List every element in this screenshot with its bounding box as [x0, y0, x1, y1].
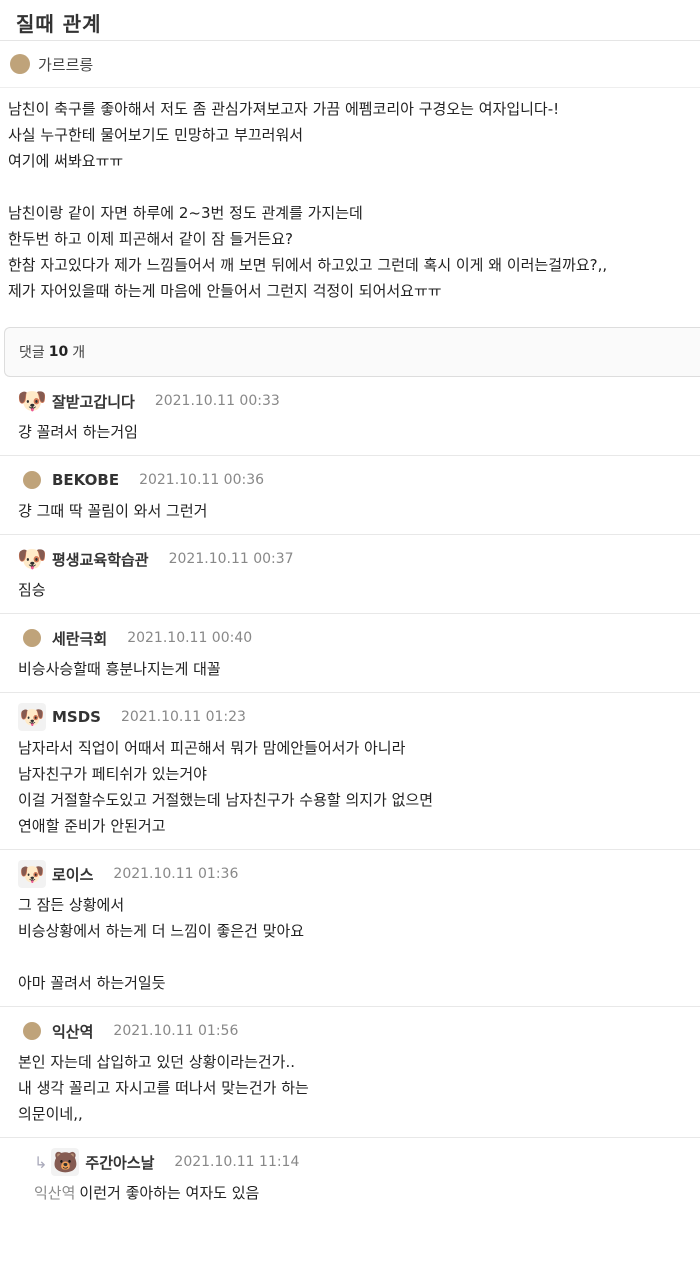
- comments-label: 댓글: [19, 345, 45, 361]
- comment-text: 연애할 준비가 안된거고: [18, 817, 166, 835]
- post-line: 제가 자어있을때 하는게 마음에 안들어서 그런지 걱정이 되어서요ㅠㅠ: [8, 282, 442, 300]
- comment-author[interactable]: 세란극회: [52, 628, 107, 649]
- comment-author[interactable]: 잘받고갑니다: [52, 391, 135, 412]
- avatar[interactable]: 🐶: [18, 860, 46, 888]
- avatar[interactable]: 🐶: [18, 703, 46, 731]
- comment-text: 아마 꼴려서 하는거일듯: [18, 974, 166, 992]
- comment-text: 짐승: [18, 581, 46, 599]
- avatar[interactable]: 🐻: [51, 1148, 80, 1176]
- avatar[interactable]: [18, 1017, 46, 1045]
- avatar[interactable]: [18, 466, 46, 494]
- comment-text: 남자라서 직업이 어때서 피곤해서 뭐가 맘에안들어서가 아니라: [18, 739, 406, 757]
- comment-author[interactable]: BEKOBE: [52, 471, 119, 489]
- post-line: 남친이랑 같이 자면 하루에 2~3번 정도 관계를 가지는데: [8, 204, 363, 222]
- comment-author[interactable]: 주간아스날: [85, 1152, 154, 1173]
- comment-item: 세란극회 2021.10.11 00:40 비승사승할때 흥분나지는게 대꼴: [0, 614, 700, 693]
- comment-date: 2021.10.11 01:56: [113, 1023, 239, 1039]
- comment-author[interactable]: MSDS: [52, 708, 101, 726]
- comment-date: 2021.10.11 00:33: [154, 393, 280, 409]
- comment-item: 🐶 로이스 2021.10.11 01:36 그 잠든 상황에서비승상황에서 하는게 …: [0, 850, 700, 1007]
- comment-author[interactable]: 평생교육학습관: [52, 549, 149, 570]
- post-line: [8, 174, 700, 200]
- post-line: 남친이 축구를 좋아해서 저도 좀 관심가져보고자 가끔 에펨코리아 구경오는 …: [8, 100, 560, 118]
- comment-text: 비승상황에서 하는게 더 느낌이 좋은건 맞아요: [18, 922, 305, 940]
- comment-item: 익산역 2021.10.11 01:56 본인 자는데 삽입하고 있던 상황이라는건…: [0, 1007, 700, 1138]
- comment-text: 비승사승할때 흥분나지는게 대꼴: [18, 660, 221, 678]
- post-line: 사실 누구한테 물어보기도 민망하고 부끄러워서: [8, 126, 304, 144]
- reply-comment: ↳ 🐻 주간아스날 2021.10.11 11:14 익산역 이런거 좋아하는 여…: [0, 1138, 700, 1216]
- comment-item: 🐶 평생교육학습관 2021.10.11 00:37 짐승: [0, 535, 700, 614]
- comment-text: 남자친구가 페티쉬가 있는거야: [18, 765, 207, 783]
- mention-tag[interactable]: 익산역: [34, 1184, 75, 1202]
- post-line: 여기에 써봐요ㅠㅠ: [8, 152, 124, 170]
- avatar[interactable]: 🐶: [17, 545, 47, 573]
- post-line: 한두번 하고 이제 피곤해서 같이 잠 들거든요?: [8, 230, 293, 248]
- comment-date: 2021.10.11 00:40: [127, 630, 253, 646]
- post-body: 남친이 축구를 좋아해서 저도 좀 관심가져보고자 가끔 에펨코리아 구경오는 …: [0, 87, 700, 323]
- avatar[interactable]: [18, 624, 46, 652]
- comment-date: 2021.10.11 00:36: [139, 472, 265, 488]
- comment-text: 이런거 좋아하는 여자도 있음: [79, 1184, 260, 1202]
- post-author-name[interactable]: 가르르릉: [38, 54, 93, 75]
- comment-date: 2021.10.11 00:37: [168, 551, 294, 567]
- comment-text: 의문이네,,: [18, 1105, 83, 1123]
- comment-text: 걍 꼴려서 하는거임: [18, 423, 138, 441]
- comment-date: 2021.10.11 01:23: [120, 709, 246, 725]
- reply-arrow-icon: ↳: [34, 1152, 48, 1172]
- comment-text: 그 잠든 상황에서: [18, 896, 125, 914]
- comment-text: 이걸 거절할수도있고 거절했는데 남자친구가 수용할 의지가 없으면: [18, 791, 434, 809]
- comments-count-header: 댓글 10 개: [4, 327, 700, 377]
- post-line: 한참 자고있다가 제가 느낌들어서 깨 보면 뒤에서 하고있고 그런데 혹시 이…: [8, 256, 608, 274]
- comment-text: [18, 944, 700, 970]
- comment-author[interactable]: 로이스: [52, 864, 93, 885]
- comment-list: 🐶 잘받고갑니다 2021.10.11 00:33 걍 꼴려서 하는거임 BEKOBE 2…: [0, 377, 700, 1138]
- comment-item: BEKOBE 2021.10.11 00:36 걍 그때 딱 꼴림이 와서 그런거: [0, 456, 700, 535]
- comment-text: 본인 자는데 삽입하고 있던 상황이라는건가..: [18, 1053, 296, 1071]
- comment-author[interactable]: 익산역: [52, 1021, 93, 1042]
- post-title: 질때 관계: [16, 12, 102, 36]
- post-title-bar: 질때 관계: [0, 0, 700, 41]
- comment-text: 내 생각 꼴리고 자시고를 떠나서 맞는건가 하는: [18, 1079, 309, 1097]
- comment-item: 🐶 MSDS 2021.10.11 01:23 남자라서 직업이 어때서 피곤해서 뭐…: [0, 693, 700, 850]
- comments-count: 10: [48, 344, 69, 360]
- comment-text: 걍 그때 딱 꼴림이 와서 그런거: [18, 502, 208, 520]
- comment-date: 2021.10.11 11:14: [174, 1154, 300, 1170]
- avatar[interactable]: 🐶: [17, 387, 47, 415]
- comment-item: 🐶 잘받고갑니다 2021.10.11 00:33 걍 꼴려서 하는거임: [0, 377, 700, 456]
- post-author-row: 가르르릉: [0, 41, 700, 87]
- comments-unit: 개: [72, 345, 86, 361]
- author-avatar[interactable]: [10, 54, 30, 74]
- comment-date: 2021.10.11 01:36: [113, 866, 239, 882]
